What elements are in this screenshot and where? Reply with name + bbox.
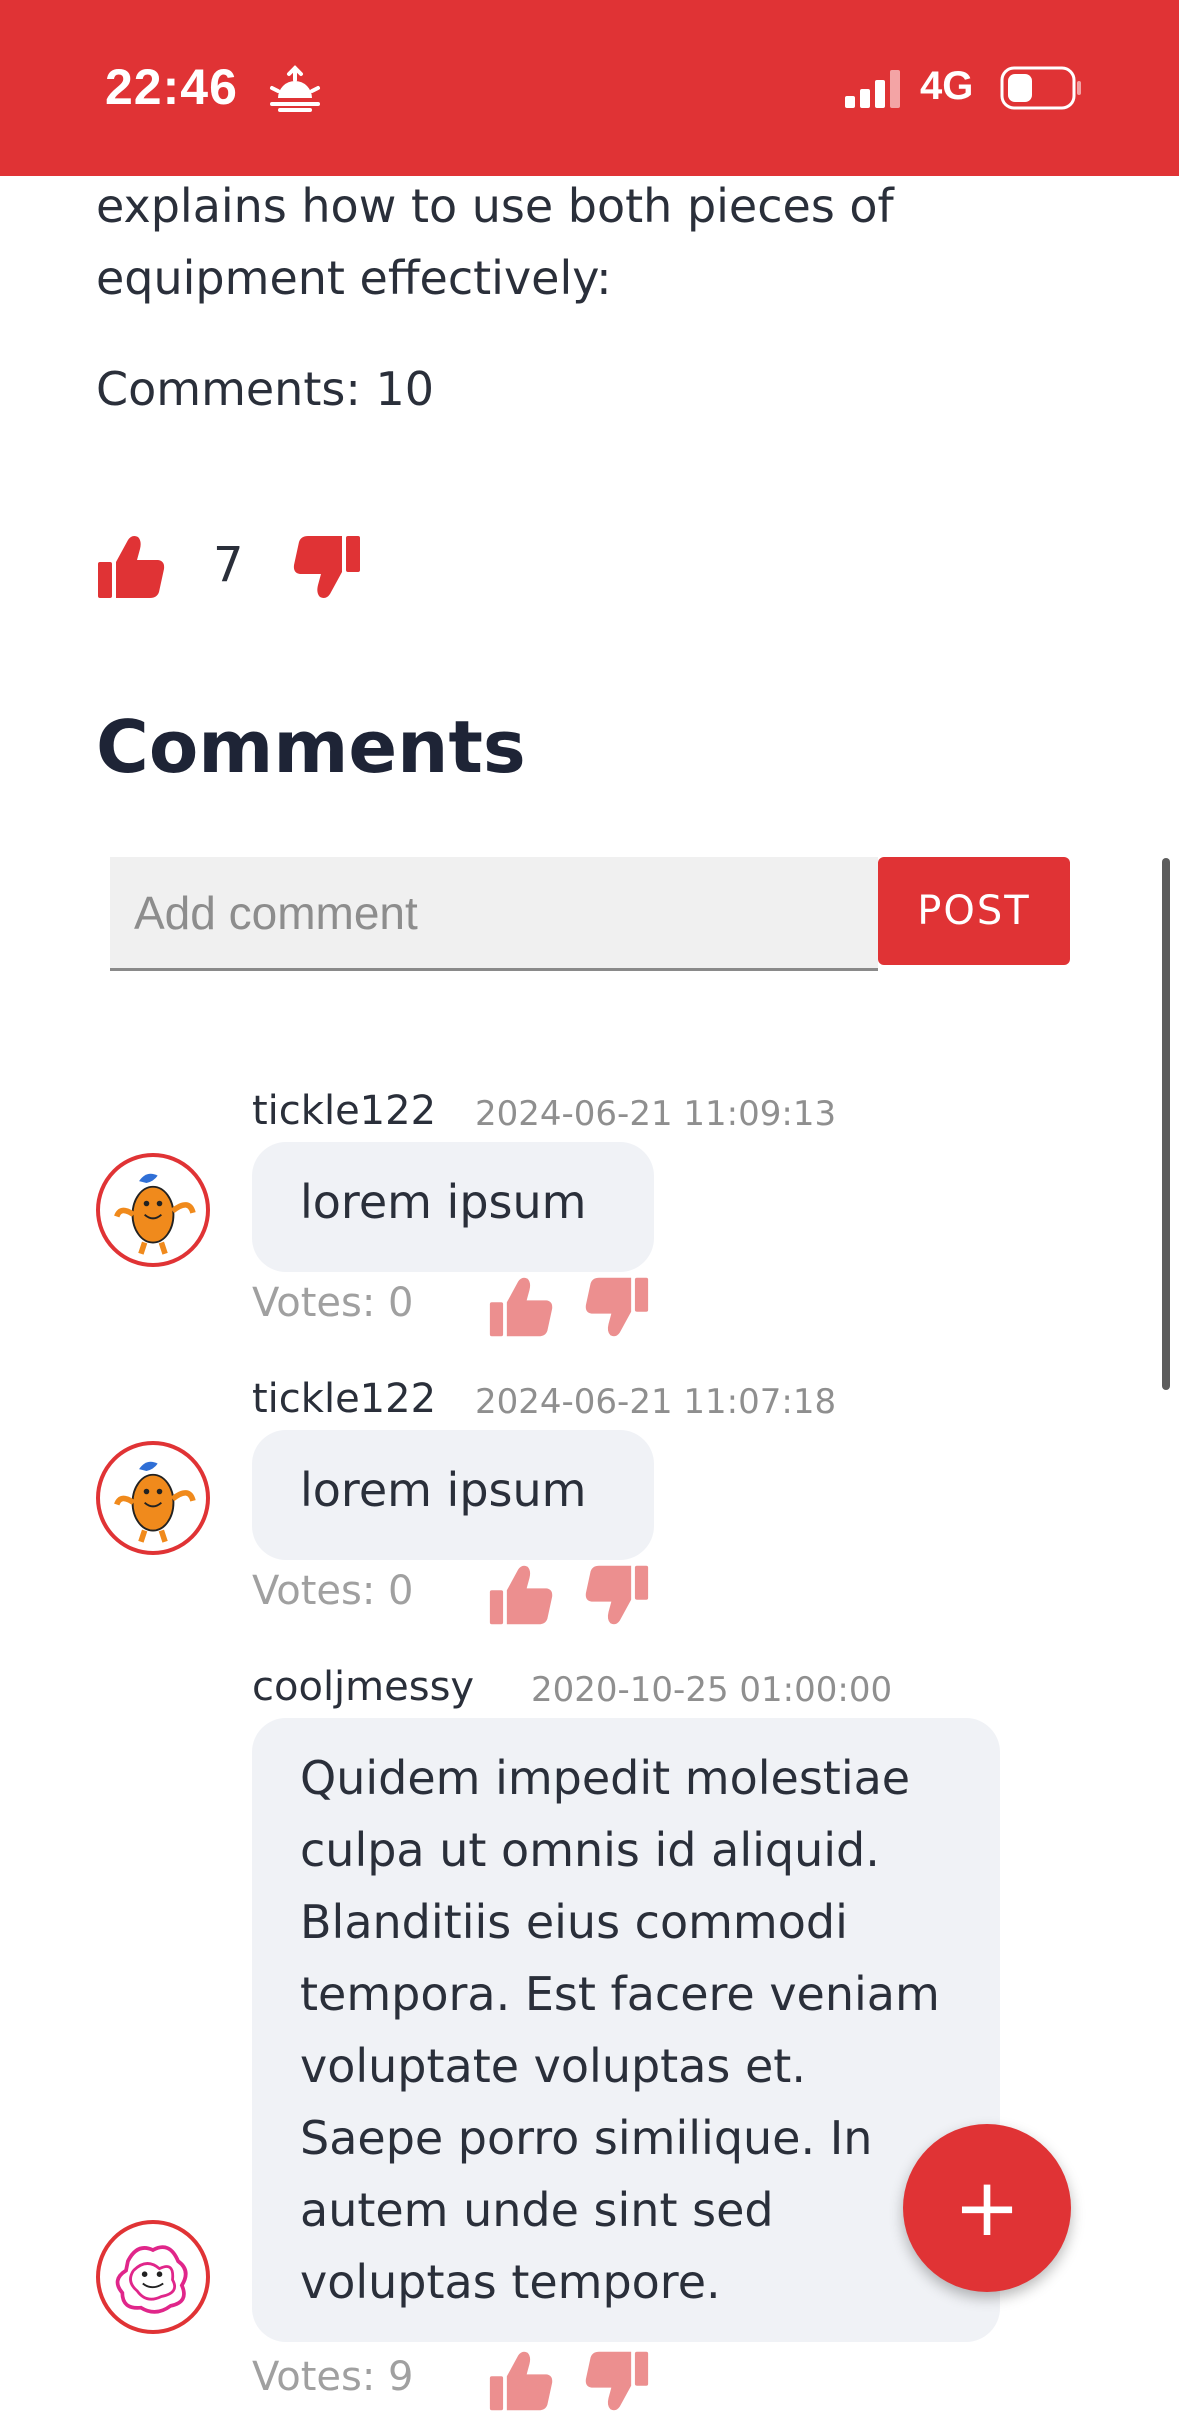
- network-label: 4G: [920, 64, 974, 108]
- comment-item: tickle122 2024-06-21 11:09:13 lorem ipsu…: [0, 1088, 1179, 1338]
- thumbs-down-icon[interactable]: [584, 1562, 650, 1628]
- sunrise-icon: [270, 65, 320, 112]
- comment-count: Comments: 10: [96, 362, 434, 416]
- add-comment-input[interactable]: [110, 857, 878, 971]
- comments-heading: Comments: [96, 705, 526, 789]
- comment-votes: Votes: 0: [252, 1568, 414, 1614]
- comment-votes: Votes: 9: [252, 2354, 414, 2400]
- thumbs-up-icon[interactable]: [488, 1274, 554, 1340]
- article-vote-count: 7: [213, 537, 244, 593]
- comment-item: tickle122 2024-06-21 11:07:18 lorem ipsu…: [0, 1376, 1179, 1626]
- pink-scribble-avatar-icon: [115, 2245, 188, 2314]
- comment-bubble: lorem ipsum: [252, 1142, 654, 1272]
- thumbs-down-icon[interactable]: [292, 532, 362, 602]
- thumbs-up-icon[interactable]: [488, 2348, 554, 2414]
- comment-date: 2024-06-21 11:09:13: [475, 1094, 837, 1134]
- comment-votes: Votes: 0: [252, 1280, 414, 1326]
- add-button[interactable]: +: [903, 2124, 1071, 2292]
- comment-username[interactable]: cooljmessy: [252, 1664, 474, 1710]
- user-avatar[interactable]: [96, 1153, 210, 1267]
- comment-date: 2020-10-25 01:00:00: [531, 1670, 893, 1710]
- post-button[interactable]: POST: [878, 857, 1070, 965]
- comment-bubble: Quidem impedit molestiae culpa ut omnis …: [252, 1718, 1000, 2342]
- user-avatar[interactable]: [96, 2220, 210, 2334]
- thumbs-up-icon[interactable]: [488, 1562, 554, 1628]
- thumbs-up-icon[interactable]: [96, 532, 166, 602]
- battery-icon: [1000, 66, 1081, 110]
- orange-character-avatar-icon: [114, 1461, 196, 1543]
- comment-username[interactable]: tickle122: [252, 1376, 436, 1422]
- user-avatar[interactable]: [96, 1441, 210, 1555]
- signal-icon: [845, 70, 900, 108]
- status-time: 22:46: [105, 59, 238, 115]
- comment-date: 2024-06-21 11:07:18: [475, 1382, 837, 1422]
- orange-character-avatar-icon: [114, 1173, 196, 1255]
- thumbs-down-icon[interactable]: [584, 2348, 650, 2414]
- status-bar: 22:46 4G: [0, 0, 1179, 176]
- comment-bubble: lorem ipsum: [252, 1430, 654, 1560]
- thumbs-down-icon[interactable]: [584, 1274, 650, 1340]
- article-text: explains how to use both pieces of equip…: [96, 179, 894, 305]
- comment-username[interactable]: tickle122: [252, 1088, 436, 1134]
